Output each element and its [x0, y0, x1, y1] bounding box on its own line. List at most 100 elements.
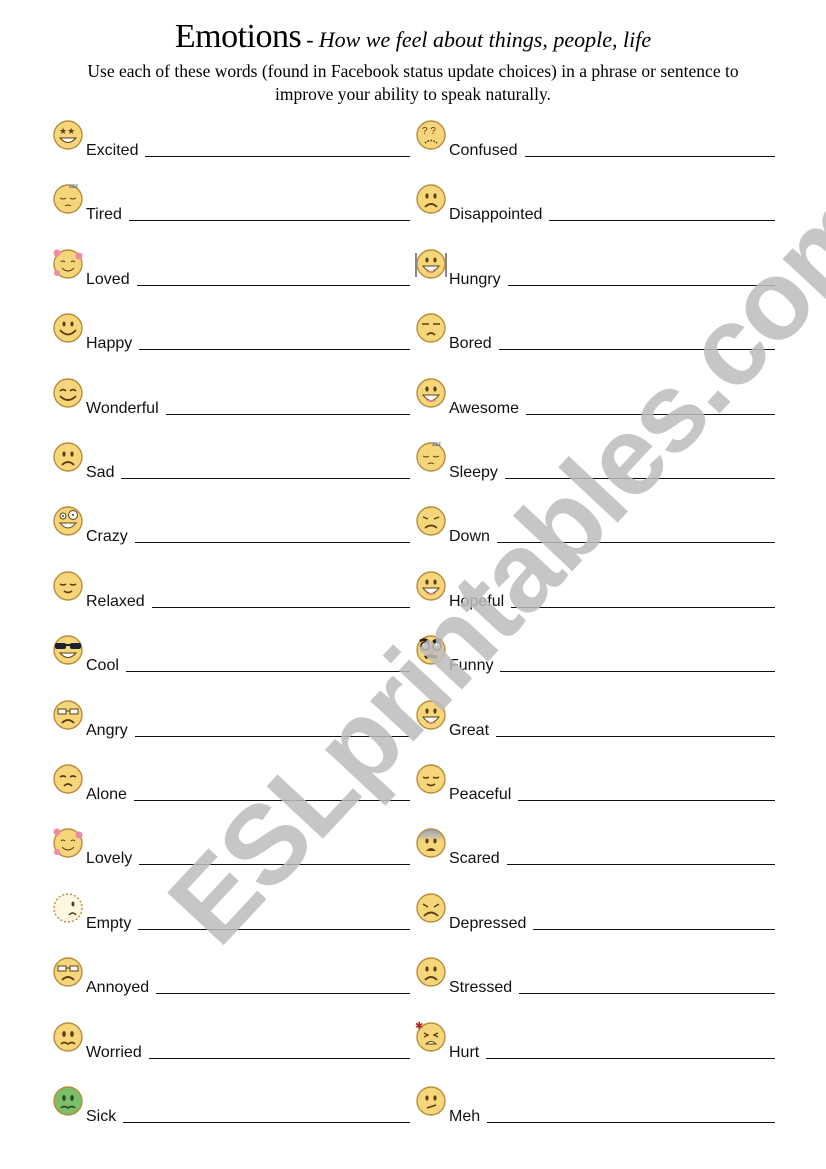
word-row-relaxed: Relaxed	[52, 569, 410, 613]
empty-dotted-face-icon	[52, 891, 84, 923]
answer-blank-line[interactable]	[121, 477, 410, 479]
relaxed-icon	[52, 569, 84, 601]
scared-icon	[415, 826, 447, 859]
answer-blank-line[interactable]	[524, 155, 775, 157]
word-row-hungry: Hungry	[415, 247, 775, 291]
word-label: Down	[449, 528, 490, 546]
sad-icon	[52, 440, 84, 472]
answer-blank-line[interactable]	[148, 1057, 410, 1059]
svg-text:zzz: zzz	[432, 442, 441, 448]
answer-blank-line[interactable]	[139, 863, 410, 866]
word-label: Worried	[86, 1043, 142, 1061]
svg-text:✱: ✱	[415, 1021, 423, 1032]
word-row-alone: Alone	[52, 762, 410, 806]
word-row-scared: Scared	[415, 826, 775, 870]
answer-blank-line[interactable]	[506, 863, 775, 866]
bored-icon	[415, 311, 447, 343]
word-label: Crazy	[86, 528, 128, 546]
sleepy-zzz-icon: zzz	[415, 440, 447, 472]
word-row-crazy: Crazy	[52, 504, 410, 548]
svg-text:? ?: ? ?	[422, 126, 436, 137]
depressed-icon	[415, 891, 447, 923]
word-label: Awesome	[449, 399, 519, 417]
answer-blank-line[interactable]	[511, 606, 775, 608]
answer-blank-line[interactable]	[123, 1121, 410, 1123]
word-label: Relaxed	[86, 592, 145, 610]
answer-blank-line[interactable]	[533, 928, 775, 930]
svg-text:zzz: zzz	[69, 184, 78, 190]
word-label: Empty	[86, 914, 132, 932]
big-grin-icon	[415, 698, 447, 730]
word-label: Tired	[86, 206, 122, 224]
sad-icon	[415, 182, 447, 215]
word-row-cool: Cool	[52, 633, 410, 677]
answer-blank-line[interactable]	[496, 735, 775, 737]
title-subtitle: How we feel about things, people, life	[318, 27, 652, 52]
glasses-frown-icon	[52, 955, 84, 987]
answer-blank-line[interactable]	[134, 541, 410, 544]
instructions: Use each of these words (found in Facebo…	[87, 61, 739, 104]
word-label: Cool	[86, 657, 119, 675]
word-label: Great	[449, 721, 490, 739]
word-row-bored: Bored	[415, 311, 775, 355]
answer-blank-line[interactable]	[138, 928, 410, 930]
word-row-stressed: Stressed	[415, 955, 775, 999]
word-label: Hurt	[449, 1043, 480, 1061]
answer-blank-line[interactable]	[496, 541, 775, 544]
word-label: Depressed	[449, 914, 527, 932]
answer-blank-line[interactable]	[165, 413, 410, 415]
happy-closed-eyes-icon	[52, 376, 84, 408]
answer-blank-line[interactable]	[133, 799, 410, 801]
svg-text:★★: ★★	[59, 126, 75, 136]
fork-knife-grin-icon	[415, 247, 447, 279]
word-row-wonderful: Wonderful	[52, 376, 410, 420]
answer-blank-line[interactable]	[134, 735, 410, 737]
page-title: Emotions - How we feel about things, peo…	[0, 18, 826, 56]
answer-blank-line[interactable]	[125, 670, 410, 673]
word-row-peaceful: Peaceful	[415, 762, 775, 806]
word-label: Alone	[86, 786, 127, 803]
answer-blank-line[interactable]	[525, 413, 775, 415]
title-separator: -	[306, 27, 314, 52]
big-grin-icon	[415, 569, 447, 601]
word-label: Hungry	[449, 270, 501, 288]
answer-blank-line[interactable]	[487, 1121, 775, 1123]
answer-blank-line[interactable]	[128, 219, 410, 222]
answer-blank-line[interactable]	[549, 219, 775, 222]
word-row-sleepy: zzz Sleepy	[415, 440, 775, 484]
answer-blank-line[interactable]	[136, 284, 410, 286]
answer-blank-line[interactable]	[507, 284, 775, 286]
sick-green-face-icon	[52, 1084, 84, 1116]
crazy-grin-icon	[52, 504, 84, 537]
answer-blank-line[interactable]	[500, 670, 775, 673]
sunglasses-icon	[52, 633, 84, 665]
worried-icon	[52, 1020, 84, 1052]
word-label: Lovely	[86, 850, 133, 868]
word-row-funny: Funny	[415, 633, 775, 677]
answer-blank-line[interactable]	[519, 992, 775, 995]
smile-icon	[52, 311, 84, 343]
word-row-hurt: ✱ Hurt	[415, 1020, 775, 1064]
word-row-meh: Meh	[415, 1084, 775, 1128]
answer-blank-line[interactable]	[518, 799, 775, 801]
answer-blank-line[interactable]	[156, 992, 410, 995]
word-row-sad: Sad	[52, 440, 410, 484]
answer-blank-line[interactable]	[504, 477, 775, 479]
answer-blank-line[interactable]	[151, 606, 410, 608]
word-row-excited: ★★ Excited	[52, 118, 410, 162]
word-label: Excited	[86, 142, 139, 159]
word-row-happy: Happy	[52, 311, 410, 355]
word-row-great: Great	[415, 698, 775, 742]
word-row-confused: ? ? Confused	[415, 118, 775, 162]
answer-blank-line[interactable]	[486, 1057, 775, 1059]
answer-blank-line[interactable]	[145, 155, 410, 157]
down-face-icon	[415, 504, 447, 537]
answer-blank-line[interactable]	[498, 348, 775, 351]
word-row-disappointed: Disappointed	[415, 182, 775, 226]
word-label: Sleepy	[449, 464, 498, 481]
hearts-smile-icon	[52, 247, 84, 279]
disguise-glasses-icon	[415, 633, 447, 665]
word-label: Disappointed	[449, 206, 543, 224]
word-row-hopeful: Hopeful	[415, 569, 775, 613]
answer-blank-line[interactable]	[139, 348, 410, 351]
